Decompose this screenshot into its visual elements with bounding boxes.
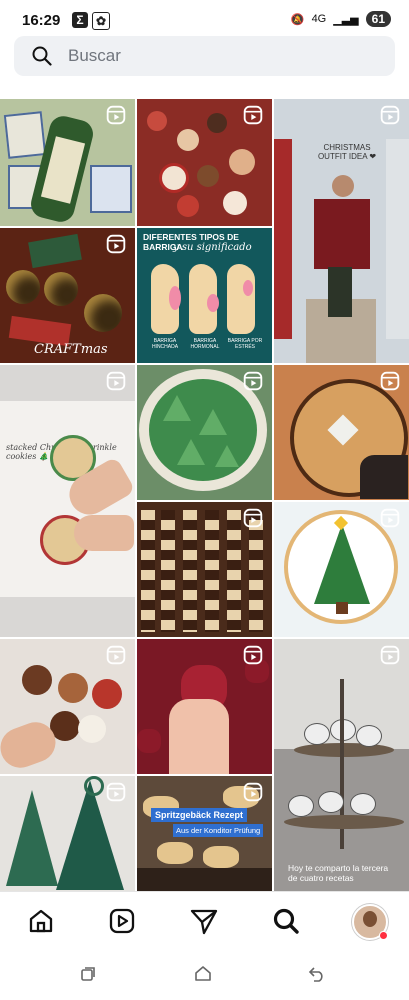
notification-app-icon: ✿: [92, 12, 110, 30]
tile-stained-glass-cookie[interactable]: [274, 365, 409, 500]
reel-icon: [106, 782, 126, 802]
network-label: 4G: [311, 13, 327, 25]
tile-gummies[interactable]: [137, 639, 272, 774]
recents-icon[interactable]: [80, 966, 96, 982]
tile-subcaption: y su significado: [173, 242, 252, 253]
reel-icon: [243, 782, 263, 802]
notification-sigma-icon: Σ: [72, 12, 88, 28]
tile-tree-cookie[interactable]: [274, 502, 409, 637]
reel-icon: [380, 508, 400, 528]
reel-icon: [106, 105, 126, 125]
search-bar[interactable]: Buscar: [14, 36, 395, 76]
send-icon[interactable]: [189, 906, 219, 936]
tile-subcaption: Aus der Konditor Prüfung: [173, 824, 264, 837]
tile-label: BARRIGA HINCHADA: [151, 338, 179, 350]
tile-cookie-board[interactable]: [0, 639, 135, 774]
profile-avatar[interactable]: [352, 904, 388, 940]
status-time: 16:29: [22, 12, 61, 29]
search-nav-icon[interactable]: [271, 906, 301, 936]
reel-icon: [380, 371, 400, 391]
signal-icon: ▁▃▅: [333, 13, 359, 26]
search-placeholder: Buscar: [68, 46, 121, 65]
reel-icon: [243, 645, 263, 665]
tile-cookies-platter[interactable]: [137, 99, 272, 226]
reel-icon: [106, 645, 126, 665]
reel-icon: [243, 105, 263, 125]
tile-caption: CHRISTMAS OUTFIT IDEA ❤: [317, 143, 377, 161]
tile-sprinkle-cookies[interactable]: stacked Christmas sprinkle cookies 🎄: [0, 365, 135, 637]
notification-dot: [379, 931, 388, 940]
tile-label: BARRIGA HORMONAL: [190, 338, 220, 350]
reel-icon: [106, 371, 126, 391]
tile-crinkle-cookies[interactable]: Hoy te comparto la tercera de cuatro rec…: [274, 639, 409, 891]
tile-tree-cookies-bowl[interactable]: [137, 365, 272, 500]
reel-icon: [380, 105, 400, 125]
reels-icon[interactable]: [107, 906, 137, 936]
reel-icon: [243, 371, 263, 391]
status-bar: 16:29 Σ ✿ 🔕 4G ▁▃▅ 61: [0, 0, 409, 40]
mute-icon: 🔕: [290, 13, 305, 26]
tile-caption: Hoy te comparto la tercera de cuatro rec…: [288, 863, 389, 883]
bottom-nav: [0, 891, 409, 949]
tile-ornaments[interactable]: CRAFTmas: [0, 228, 135, 363]
reel-icon: [380, 645, 400, 665]
home-icon[interactable]: [26, 906, 56, 936]
tile-christmas-outfit[interactable]: CHRISTMAS OUTFIT IDEA ❤: [274, 99, 409, 363]
reel-icon: [243, 508, 263, 528]
tile-caption: CRAFTmas: [34, 342, 108, 357]
explore-grid: CHRISTMAS OUTFIT IDEA ❤ CRAFTmas DIFEREN…: [0, 99, 409, 891]
back-icon[interactable]: [308, 966, 326, 982]
tile-caption: Spritzgebäck Rezept: [151, 808, 248, 822]
tile-spritzgeback[interactable]: Spritzgebäck Rezept Aus der Konditor Prü…: [137, 776, 272, 891]
tile-tiles-bottle[interactable]: [0, 99, 135, 226]
tile-fabric-trees[interactable]: [0, 776, 135, 891]
search-icon: [32, 46, 52, 66]
system-nav-bar: [0, 948, 409, 1000]
reel-icon: [106, 234, 126, 254]
battery-level: 61: [365, 11, 391, 27]
status-right: 🔕 4G ▁▃▅ 61: [291, 11, 391, 27]
tile-label: BARRIGA POR ESTRÉS: [227, 338, 263, 350]
tile-barriga[interactable]: DIFERENTES TIPOS DE BARRIGA y su signifi…: [137, 228, 272, 363]
tile-chocolate-cookies[interactable]: [137, 502, 272, 637]
home-system-icon[interactable]: [194, 964, 212, 982]
